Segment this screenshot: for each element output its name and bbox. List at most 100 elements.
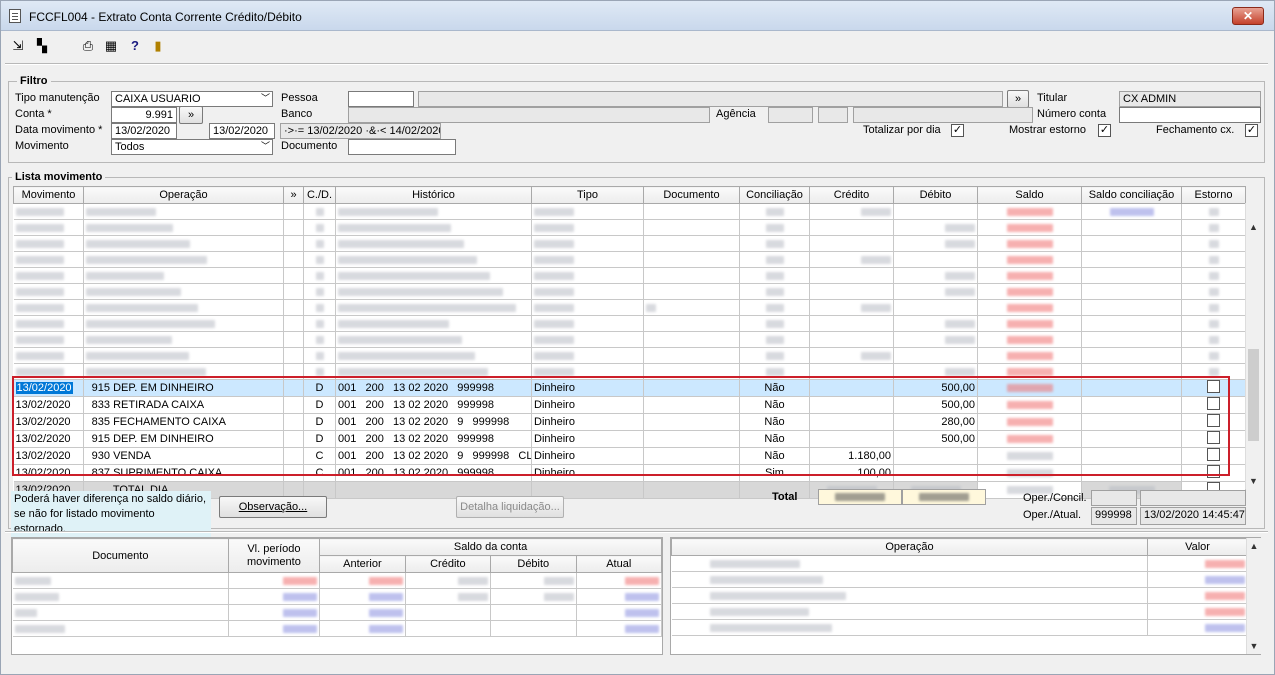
col-estorno[interactable]: Estorno — [1181, 186, 1246, 204]
scroll-up-icon[interactable]: ▲ — [1247, 538, 1261, 554]
redacted-row — [671, 571, 1248, 588]
table-row[interactable]: 13/02/2020 835 FECHAMENTO CAIXA D 001 20… — [13, 413, 1246, 431]
pessoa-code-input[interactable] — [348, 91, 414, 107]
document-icon — [9, 9, 21, 23]
first-record-icon[interactable]: ⇲ — [9, 37, 27, 55]
totalizar-label: Totalizar por dia — [863, 124, 941, 136]
col-movimento[interactable]: Movimento — [13, 186, 84, 204]
movimento-select[interactable]: Todos ﹀ — [111, 139, 273, 155]
col-debito-saldo[interactable]: Débito — [490, 555, 577, 573]
col-atual[interactable]: Atual — [575, 555, 662, 573]
totalizar-checkbox[interactable]: ✓ — [951, 124, 964, 137]
pessoa-name-field — [418, 91, 1003, 107]
scroll-thumb[interactable] — [1248, 349, 1259, 441]
documento-label: Documento — [281, 140, 338, 152]
redacted-row — [13, 235, 1246, 252]
col-expand[interactable]: » — [283, 186, 304, 204]
total-credito-field — [818, 489, 902, 505]
conta-input[interactable]: 9.991 — [111, 107, 177, 123]
movimento-scrollbar[interactable]: ▲ ▼ — [1245, 203, 1261, 489]
col-saldo[interactable]: Saldo — [977, 186, 1082, 204]
redacted-row — [671, 619, 1248, 636]
redacted-row — [13, 315, 1246, 332]
table-row[interactable]: 13/02/2020 833 RETIRADA CAIXA D 001 200 … — [13, 396, 1246, 414]
redacted-row — [13, 363, 1246, 380]
col-operacao[interactable]: Operação — [83, 186, 284, 204]
banco-field — [348, 107, 710, 123]
list-icon[interactable]: ▚ — [33, 37, 51, 55]
col-valor[interactable]: Valor — [1147, 538, 1248, 556]
col-documento[interactable]: Documento — [643, 186, 740, 204]
col-vl-periodo[interactable]: Vl. período movimento — [227, 538, 321, 573]
col-credito-saldo[interactable]: Crédito — [404, 555, 492, 573]
table-row[interactable]: 13/02/2020 930 VENDA C 001 200 13 02 202… — [13, 447, 1246, 465]
estorno-checkbox[interactable] — [1207, 465, 1220, 478]
data-fim-input[interactable]: 13/02/2020 — [209, 123, 275, 139]
col-operacao-resumo[interactable]: Operação — [671, 538, 1148, 556]
conta-lookup-button[interactable]: » — [179, 106, 203, 124]
fechamento-checkbox[interactable]: ✓ — [1245, 124, 1258, 137]
oper-atual-datetime-field: 13/02/2020 14:45:47 — [1140, 507, 1246, 525]
col-conciliacao[interactable]: Conciliação — [739, 186, 810, 204]
estorno-checkbox[interactable] — [1207, 380, 1220, 393]
col-debito[interactable]: Débito — [893, 186, 978, 204]
data-movimento-label: Data movimento * — [15, 124, 103, 136]
col-saldo-conciliacao[interactable]: Saldo conciliação — [1081, 186, 1182, 204]
tipo-manutencao-select[interactable]: CAIXA USUARIO ﹀ — [111, 91, 273, 107]
redacted-row — [13, 331, 1246, 348]
operacao-scrollbar[interactable]: ▲ ▼ — [1246, 538, 1261, 654]
saldo-panel: Documento Vl. período movimento Saldo da… — [11, 537, 663, 655]
agencia-label: Agência — [716, 108, 756, 120]
data-inicio-input[interactable]: 13/02/2020 — [111, 123, 177, 139]
print-icon[interactable]: ⎙ — [79, 37, 97, 55]
redacted-row — [12, 588, 662, 605]
table-row[interactable]: 13/02/2020 837 SUPRIMENTO CAIXA C 001 20… — [13, 464, 1246, 482]
redacted-row — [13, 219, 1246, 236]
observacao-button[interactable]: Observação... — [219, 496, 327, 518]
table-header: Movimento Operação » C./D. Histórico Tip… — [13, 186, 1246, 204]
close-button[interactable]: ✕ — [1232, 7, 1264, 25]
estorno-checkbox[interactable] — [1207, 397, 1220, 410]
operacao-table: Operação Valor — [671, 538, 1248, 636]
movimento-table: Movimento Operação » C./D. Histórico Tip… — [13, 186, 1246, 499]
col-credito[interactable]: Crédito — [809, 186, 894, 204]
pessoa-lookup-button[interactable]: » — [1007, 90, 1029, 108]
toolbar-separator — [5, 63, 1268, 65]
estorno-checkbox[interactable] — [1207, 431, 1220, 444]
scroll-down-icon[interactable]: ▼ — [1247, 638, 1261, 654]
table-row[interactable]: 13/02/2020 915 DEP. EM DINHEIRO D 001 20… — [13, 379, 1246, 397]
exit-door-icon[interactable]: ▮ — [149, 37, 167, 55]
lista-title: Lista movimento — [12, 171, 106, 183]
col-cd[interactable]: C./D. — [303, 186, 336, 204]
chevron-down-icon: ﹀ — [260, 93, 270, 103]
numero-conta-field[interactable] — [1119, 107, 1261, 123]
agencia-code-field — [768, 107, 813, 123]
data-expression: ·>·= 13/02/2020 ·&·< 14/02/2020 — [280, 123, 441, 139]
scroll-up-icon[interactable]: ▲ — [1246, 219, 1261, 235]
col-documento-saldo[interactable]: Documento — [12, 538, 229, 573]
main-window: FCCFL004 - Extrato Conta Corrente Crédit… — [0, 0, 1275, 675]
table-row[interactable]: 13/02/2020 915 DEP. EM DINHEIRO D 001 20… — [13, 430, 1246, 448]
detalha-liquidacao-button[interactable]: Detalha liquidação... — [456, 496, 564, 518]
col-historico[interactable]: Histórico — [335, 186, 532, 204]
estorno-checkbox[interactable] — [1207, 448, 1220, 461]
oper-concil-date-field — [1140, 490, 1246, 506]
col-saldo-conta[interactable]: Saldo da conta — [319, 538, 662, 556]
redacted-row — [13, 299, 1246, 316]
help-icon[interactable]: ? — [126, 37, 144, 55]
mostrar-estorno-checkbox[interactable]: ✓ — [1098, 124, 1111, 137]
col-anterior[interactable]: Anterior — [319, 555, 406, 573]
oper-atual-label: Oper./Atual. — [1023, 509, 1082, 521]
redacted-row — [13, 251, 1246, 268]
redacted-row — [671, 603, 1248, 620]
calendar-icon[interactable]: ▦ — [102, 37, 120, 55]
redacted-row — [13, 203, 1246, 220]
col-tipo[interactable]: Tipo — [531, 186, 644, 204]
agencia-digit-field — [818, 107, 848, 123]
estorno-checkbox[interactable] — [1207, 414, 1220, 427]
scroll-down-icon[interactable]: ▼ — [1246, 473, 1261, 489]
documento-input[interactable] — [348, 139, 456, 155]
title-bar: FCCFL004 - Extrato Conta Corrente Crédit… — [1, 1, 1274, 31]
oper-concil-label: Oper./Concil. — [1023, 492, 1087, 504]
total-debito-field — [902, 489, 986, 505]
